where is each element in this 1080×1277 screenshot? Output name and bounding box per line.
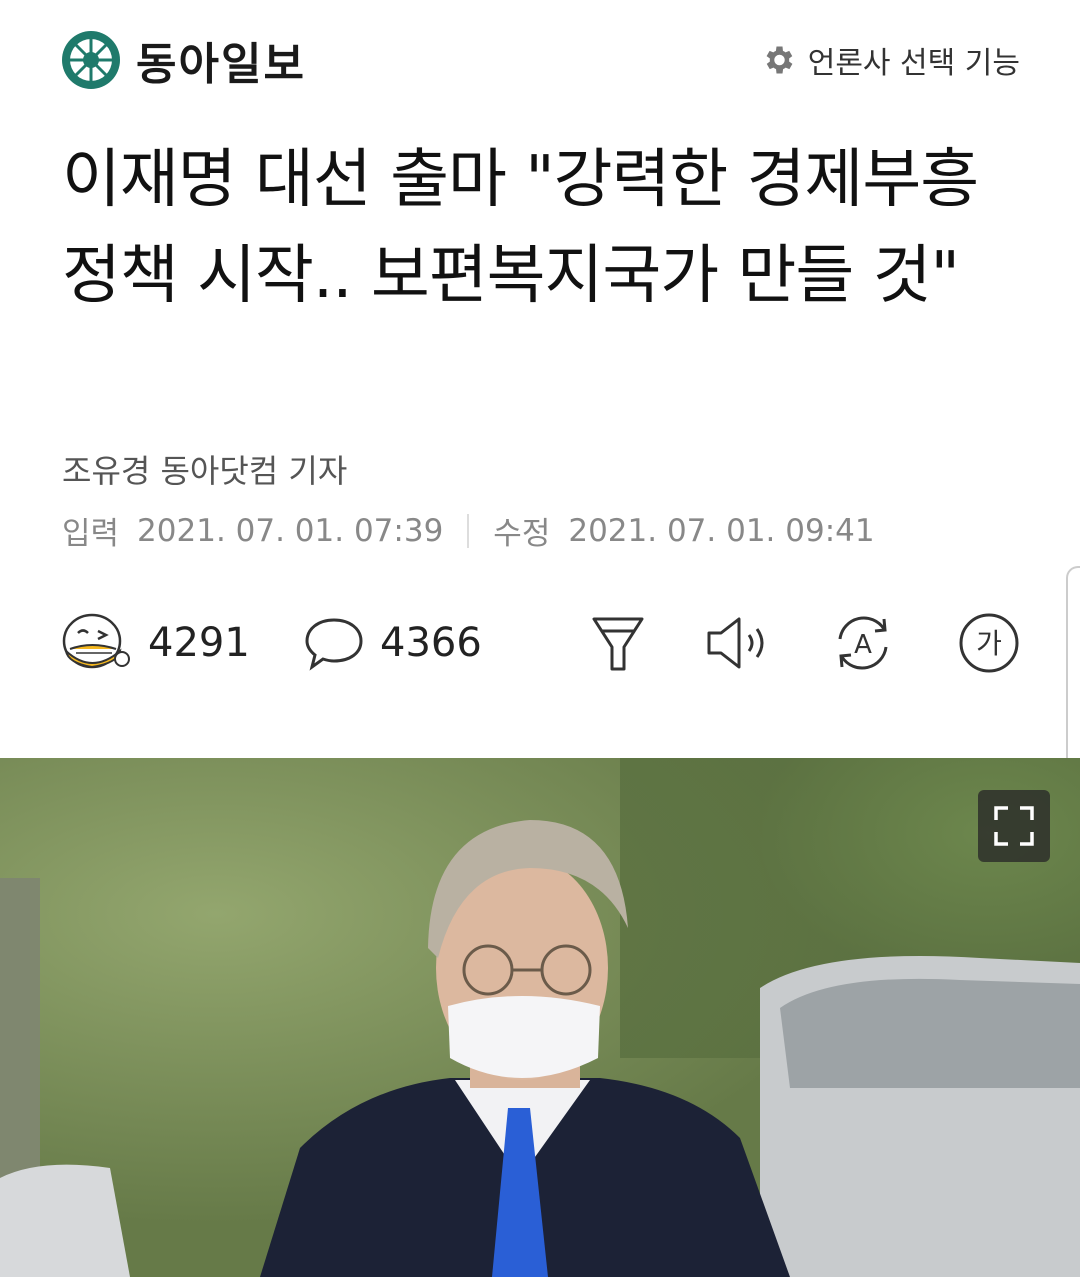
font-size-button[interactable]: 가 <box>958 605 1020 681</box>
gear-icon <box>766 46 793 74</box>
article-photo[interactable] <box>0 758 1080 1277</box>
translate-button[interactable]: A <box>830 605 896 681</box>
summary-filter-icon <box>592 617 644 671</box>
article-toolbar: 4291 4366 A 가 <box>60 605 1020 681</box>
translate-icon: A <box>838 616 888 670</box>
press-select-label: 언론사 선택 기능 <box>807 46 1020 81</box>
fullscreen-icon <box>994 806 1034 846</box>
article-headline: 이재명 대선 출마 "강력한 경제부흥정책 시작.. 보편복지국가 만들 것" <box>62 143 979 313</box>
reporter-byline[interactable]: 조유경 동아닷컴 기자 <box>62 446 347 492</box>
comment-button[interactable]: 4366 <box>304 605 482 681</box>
reaction-emoji-icon <box>62 613 130 669</box>
photo-illustration <box>0 758 1080 1277</box>
article-dates: 입력 2021. 07. 01. 07:39 수정 2021. 07. 01. … <box>62 508 875 553</box>
press-logo-text: 동아일보 <box>136 39 306 90</box>
font-size-label: 가 <box>976 627 1002 660</box>
input-time: 2021. 07. 01. 07:39 <box>137 512 444 549</box>
top-header: 동아일보 언론사 선택 기능 <box>0 0 1080 120</box>
audio-read-icon <box>707 617 764 669</box>
modified-time: 2021. 07. 01. 09:41 <box>568 512 875 549</box>
reaction-count: 4291 <box>148 620 250 666</box>
input-label: 입력 <box>62 516 120 552</box>
modified-label: 수정 <box>493 516 551 552</box>
press-select-button[interactable]: 언론사 선택 기능 <box>760 38 1020 82</box>
comment-icon <box>305 618 363 671</box>
audio-read-button[interactable] <box>705 605 771 681</box>
reaction-button[interactable]: 4291 <box>60 605 250 681</box>
font-size-icon: 가 <box>959 613 1019 673</box>
press-logo[interactable]: 동아일보 <box>60 30 306 90</box>
comment-count: 4366 <box>380 620 482 666</box>
summary-button[interactable] <box>590 605 646 681</box>
date-divider <box>467 513 470 548</box>
expand-photo-button[interactable] <box>978 790 1050 862</box>
translate-label: A <box>854 630 872 660</box>
donga-emblem-icon <box>62 31 120 89</box>
